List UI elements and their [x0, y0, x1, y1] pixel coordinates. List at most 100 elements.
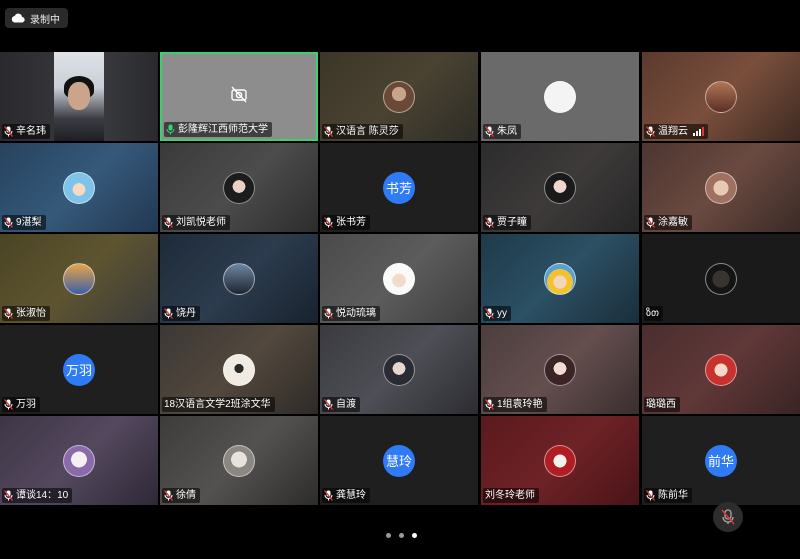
participant-label: 涂嘉敏	[644, 215, 692, 230]
participant-label: ზთ	[644, 306, 664, 321]
participant-tile[interactable]: yy	[481, 234, 639, 323]
participant-label: 汉语言 陈灵莎	[322, 124, 403, 139]
participant-name: 徐倩	[176, 490, 196, 501]
participant-name: 刘冬玲老师	[485, 490, 535, 501]
participant-tile[interactable]: 璐璐西	[642, 325, 800, 414]
mute-toggle-button[interactable]	[713, 502, 743, 532]
mic-muted-icon	[646, 490, 655, 501]
avatar	[223, 171, 255, 204]
participant-tile[interactable]: 涂嘉敏	[642, 143, 800, 232]
cloud-icon	[11, 13, 25, 23]
avatar	[223, 444, 255, 477]
participant-label: 贾子瞳	[483, 215, 531, 230]
participant-label: 刘凯悦老师	[162, 215, 230, 230]
participant-tile[interactable]: 张淑怡	[0, 234, 158, 323]
participant-tile[interactable]: 悦动琉璃	[320, 234, 478, 323]
mic-muted-icon	[4, 399, 13, 410]
participant-label: 龚慧玲	[322, 488, 370, 503]
participant-label: 张淑怡	[2, 306, 50, 321]
participant-name: 自渡	[336, 399, 356, 410]
avatar	[63, 262, 95, 295]
participant-name: yy	[497, 308, 507, 319]
participant-name: 万羽	[16, 399, 36, 410]
participant-label: 谭谈14：10	[2, 488, 73, 503]
participant-name: 张书芳	[336, 217, 366, 228]
participant-label: 自渡	[322, 397, 360, 412]
participant-label: 张书芳	[322, 215, 370, 230]
participant-tile[interactable]: 朱凤	[481, 52, 639, 141]
participant-tile[interactable]: 前华 陈前华	[642, 416, 800, 505]
top-bar: 录制中	[0, 0, 800, 52]
participant-name: 陈前华	[658, 490, 688, 501]
participant-grid: 辛名玮 彭隆辉江西师范大学 汉语言 陈灵莎 朱凤 温翔云 9湛梨 刘凯悦老师 书…	[0, 52, 800, 507]
text-avatar: 万羽	[63, 353, 95, 386]
avatar	[705, 262, 737, 295]
avatar	[63, 171, 95, 204]
participant-name: 悦动琉璃	[336, 308, 376, 319]
camera-off-icon	[231, 86, 247, 102]
participant-tile[interactable]: 18汉语言文学2班涂文华	[160, 325, 318, 414]
participant-tile[interactable]: 饶丹	[160, 234, 318, 323]
participant-tile[interactable]: 刘凯悦老师	[160, 143, 318, 232]
recording-label: 录制中	[30, 14, 60, 26]
participant-tile[interactable]: 1组袁玲艳	[481, 325, 639, 414]
text-avatar: 书芳	[383, 171, 415, 204]
mic-muted-icon	[164, 308, 173, 319]
participant-tile[interactable]: 辛名玮	[0, 52, 158, 141]
avatar	[383, 80, 415, 113]
avatar	[544, 262, 576, 295]
participant-tile[interactable]: 刘冬玲老师	[481, 416, 639, 505]
participant-tile[interactable]: ზთ	[642, 234, 800, 323]
mic-active-icon	[166, 124, 175, 135]
avatar	[544, 80, 576, 113]
participant-tile[interactable]: 万羽 万羽	[0, 325, 158, 414]
participant-tile[interactable]: 谭谈14：10	[0, 416, 158, 505]
mic-muted-icon	[485, 308, 494, 319]
participant-name: 涂嘉敏	[658, 217, 688, 228]
page-dot[interactable]	[386, 533, 391, 538]
participant-tile-active-speaker[interactable]: 彭隆辉江西师范大学	[160, 52, 318, 141]
mic-muted-icon	[324, 308, 333, 319]
mic-muted-icon	[4, 217, 13, 228]
participant-tile[interactable]: 温翔云	[642, 52, 800, 141]
participant-tile[interactable]: 自渡	[320, 325, 478, 414]
participant-name: 刘凯悦老师	[176, 217, 226, 228]
participant-name: ზთ	[646, 308, 660, 319]
video-feed-face	[68, 82, 90, 110]
mic-muted-icon	[485, 399, 494, 410]
participant-tile[interactable]: 贾子瞳	[481, 143, 639, 232]
participant-name: 温翔云	[658, 126, 688, 137]
mic-muted-icon	[485, 126, 494, 137]
participant-tile[interactable]: 徐倩	[160, 416, 318, 505]
page-dot[interactable]	[399, 533, 404, 538]
participant-tile[interactable]: 汉语言 陈灵莎	[320, 52, 478, 141]
participant-tile[interactable]: 慧玲 龚慧玲	[320, 416, 478, 505]
avatar	[544, 171, 576, 204]
page-dot-current[interactable]	[412, 533, 417, 538]
participant-label: 朱凤	[483, 124, 521, 139]
mic-muted-icon	[4, 126, 13, 137]
mic-muted-icon	[4, 308, 13, 319]
participant-name: 汉语言 陈灵莎	[336, 126, 399, 137]
participant-label: 温翔云	[644, 124, 708, 139]
participant-tile[interactable]: 9湛梨	[0, 143, 158, 232]
mic-muted-icon	[164, 490, 173, 501]
recording-indicator[interactable]: 录制中	[5, 8, 68, 28]
participant-name: 谭谈14：10	[16, 490, 69, 501]
page-indicator[interactable]	[386, 533, 417, 538]
avatar	[223, 353, 255, 386]
avatar	[544, 444, 576, 477]
mic-muted-icon	[485, 217, 494, 228]
participant-label: 1组袁玲艳	[483, 397, 547, 412]
participant-label: 陈前华	[644, 488, 692, 503]
participant-tile[interactable]: 书芳 张书芳	[320, 143, 478, 232]
avatar	[63, 444, 95, 477]
participant-label: 万羽	[2, 397, 40, 412]
mic-muted-icon	[324, 217, 333, 228]
participant-name: 贾子瞳	[497, 217, 527, 228]
participant-label: 徐倩	[162, 488, 200, 503]
avatar	[383, 353, 415, 386]
participant-name: 璐璐西	[646, 399, 676, 410]
participant-label: yy	[483, 306, 511, 321]
participant-label: 辛名玮	[2, 124, 50, 139]
